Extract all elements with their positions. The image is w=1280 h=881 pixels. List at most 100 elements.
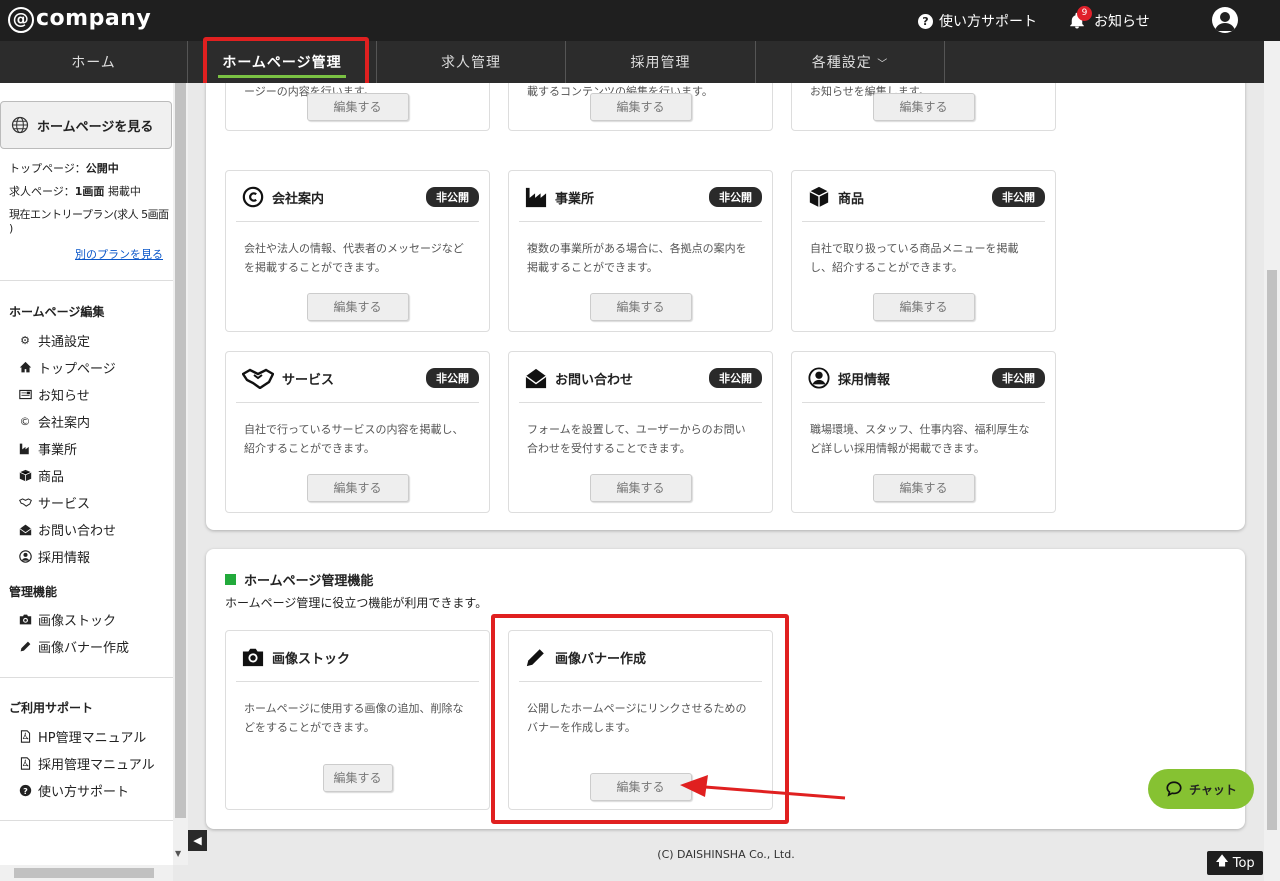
- sidebar-item-service[interactable]: サービス: [18, 493, 90, 512]
- user-circle-icon: [18, 550, 32, 564]
- status-badge: 非公開: [709, 368, 762, 388]
- copyright-icon: ©: [19, 415, 31, 428]
- edit-button[interactable]: 編集する: [322, 764, 393, 792]
- edit-button[interactable]: 編集する: [589, 474, 692, 502]
- sidebar-item-recruit-info[interactable]: 採用情報: [18, 547, 90, 566]
- sidebar-item-contact[interactable]: お問い合わせ: [18, 520, 116, 539]
- sidebar-item-product[interactable]: 商品: [18, 466, 64, 485]
- chevron-down-icon: ﹀: [877, 58, 889, 70]
- other-plans-link[interactable]: 別のプランを見る: [75, 246, 163, 262]
- card-service: サービス 非公開 自社で行っているサービスの内容を掲載し、紹介することができます。…: [225, 351, 490, 513]
- edit-button[interactable]: 編集する: [872, 474, 975, 502]
- nav-job-management[interactable]: 求人管理: [377, 41, 566, 83]
- support-heading: ご利用サポート: [9, 701, 94, 715]
- edit-button[interactable]: 編集する: [306, 474, 409, 502]
- scroll-down-arrow-icon[interactable]: ▼: [175, 849, 181, 858]
- nav-home[interactable]: ホーム: [0, 41, 188, 83]
- sidebar-item-common-settings[interactable]: ⚙ 共通設定: [18, 331, 90, 350]
- sidebar-item-banner-create[interactable]: 画像バナー作成: [18, 637, 129, 656]
- edit-button[interactable]: 編集する: [306, 93, 409, 121]
- card-partial-2: 載するコンテンツの編集を行います。 編集する: [508, 83, 773, 131]
- handshake-icon: [18, 496, 32, 510]
- sidebar-item-recruit-manual[interactable]: 採用管理マニュアル: [18, 754, 155, 773]
- tools-heading: ホームページ管理機能: [225, 570, 373, 589]
- user-circle-icon: [808, 367, 830, 389]
- user-avatar-icon[interactable]: [1212, 7, 1238, 33]
- nav-settings[interactable]: 各種設定 ﹀: [756, 41, 945, 83]
- view-homepage-button[interactable]: ホームページを見る: [0, 101, 172, 149]
- newspaper-icon: [18, 388, 32, 402]
- sidebar-item-image-stock[interactable]: 画像ストック: [18, 610, 116, 629]
- company-logo[interactable]: @ company: [8, 6, 151, 33]
- chat-bubble-icon: [1166, 781, 1182, 797]
- handshake-icon: [242, 367, 274, 389]
- card-product: 商品 非公開 自社で取り扱っている商品メニューを掲載し、紹介することができます。 …: [791, 170, 1056, 332]
- nav-homepage-management[interactable]: ホームページ管理: [188, 41, 377, 83]
- current-plan-close: ): [9, 222, 14, 235]
- status-badge: 非公開: [426, 187, 479, 207]
- chat-button[interactable]: チャット: [1148, 769, 1254, 809]
- box-icon: [808, 186, 830, 208]
- camera-icon: [242, 646, 264, 668]
- edit-button[interactable]: 編集する: [306, 293, 409, 321]
- copyright: (C) DAISHINSHA Co., Ltd.: [657, 848, 795, 861]
- sidebar-scroll-thumb[interactable]: [175, 83, 186, 818]
- sidebar-item-top-page[interactable]: トップページ: [18, 358, 116, 377]
- bell-icon: 9: [1068, 6, 1092, 30]
- nav-recruit-management[interactable]: 採用管理: [566, 41, 756, 83]
- page-edit-panel: ージーの内容を行います。 編集する 載するコンテンツの編集を行います。 編集する…: [206, 83, 1245, 530]
- sidebar-item-hp-manual[interactable]: HP管理マニュアル: [18, 727, 146, 746]
- pencil-icon: [525, 646, 547, 668]
- sidebar-item-office[interactable]: 事業所: [18, 439, 77, 458]
- scroll-to-top-button[interactable]: 🡅 Top: [1207, 851, 1263, 875]
- sidebar-item-usage-support[interactable]: ? 使い方サポート: [18, 781, 129, 800]
- main-nav: ホーム ホームページ管理 求人管理 採用管理 各種設定 ﹀: [0, 41, 1264, 83]
- edit-button[interactable]: 編集する: [872, 293, 975, 321]
- current-plan: 現在エントリープラン(求人 5画面: [9, 208, 169, 221]
- sidebar-hscroll-thumb[interactable]: [14, 868, 154, 878]
- news-link[interactable]: 9 お知らせ: [1068, 6, 1150, 31]
- status-job-page: 求人ページ：1画面 掲載中: [9, 185, 141, 198]
- sidebar-horizontal-scrollbar[interactable]: [0, 865, 173, 881]
- sidebar-divider: [0, 280, 173, 281]
- sidebar-item-company[interactable]: © 会社案内: [18, 412, 91, 431]
- home-icon: [18, 361, 32, 375]
- card-partial-3: お知らせを編集します。 編集する: [791, 83, 1056, 131]
- tools-subheading: ホームページ管理に役立つ機能が利用できます。: [225, 596, 488, 610]
- main-scroll-thumb[interactable]: [1267, 270, 1277, 830]
- sidebar-scrollbar[interactable]: [173, 83, 188, 865]
- question-icon: ?: [918, 13, 933, 29]
- edit-button[interactable]: 編集する: [872, 93, 975, 121]
- pdf-icon: [18, 757, 32, 771]
- copyright-icon: [242, 186, 264, 208]
- box-icon: [18, 469, 32, 483]
- status-badge: 非公開: [426, 368, 479, 388]
- card-banner-create: 画像バナー作成 公開したホームページにリンクさせるためのバナーを作成します。 編…: [508, 630, 773, 810]
- support-link[interactable]: ? 使い方サポート: [918, 11, 1037, 31]
- card-company: 会社案内 非公開 会社や法人の情報、代表者のメッセージなどを掲載することができます…: [225, 170, 490, 332]
- edit-button[interactable]: 編集する: [589, 773, 692, 801]
- status-badge: 非公開: [992, 368, 1045, 388]
- camera-icon: [18, 613, 32, 627]
- globe-icon: [11, 116, 29, 134]
- tools-panel: ホームページ管理機能 ホームページ管理に役立つ機能が利用できます。 画像ストック…: [206, 549, 1245, 829]
- green-square-icon: [225, 574, 236, 585]
- active-underline: [218, 75, 346, 78]
- main-scrollbar[interactable]: [1264, 41, 1280, 881]
- sidebar-item-news[interactable]: お知らせ: [18, 385, 90, 404]
- edit-heading: ホームページ編集: [9, 305, 105, 319]
- sidebar-divider: [0, 820, 173, 821]
- arrow-up-icon: 🡅: [1215, 854, 1229, 869]
- edit-button[interactable]: 編集する: [589, 93, 692, 121]
- status-badge: 非公開: [992, 187, 1045, 207]
- card-contact: お問い合わせ 非公開 フォームを設置して、ユーザーからのお問い合わせを受付すること…: [508, 351, 773, 513]
- sidebar: ホームページを見る トップページ：公開中 求人ページ：1画面 掲載中 現在エント…: [0, 83, 173, 865]
- factory-icon: [18, 442, 32, 456]
- edit-button[interactable]: 編集する: [589, 293, 692, 321]
- gear-icon: ⚙: [20, 334, 30, 347]
- sidebar-divider: [0, 677, 173, 678]
- question-circle-icon: ?: [18, 784, 32, 798]
- status-badge: 非公開: [709, 187, 762, 207]
- top-bar: @ company ? 使い方サポート 9 お知らせ: [0, 0, 1280, 41]
- svg-text:?: ?: [23, 786, 28, 796]
